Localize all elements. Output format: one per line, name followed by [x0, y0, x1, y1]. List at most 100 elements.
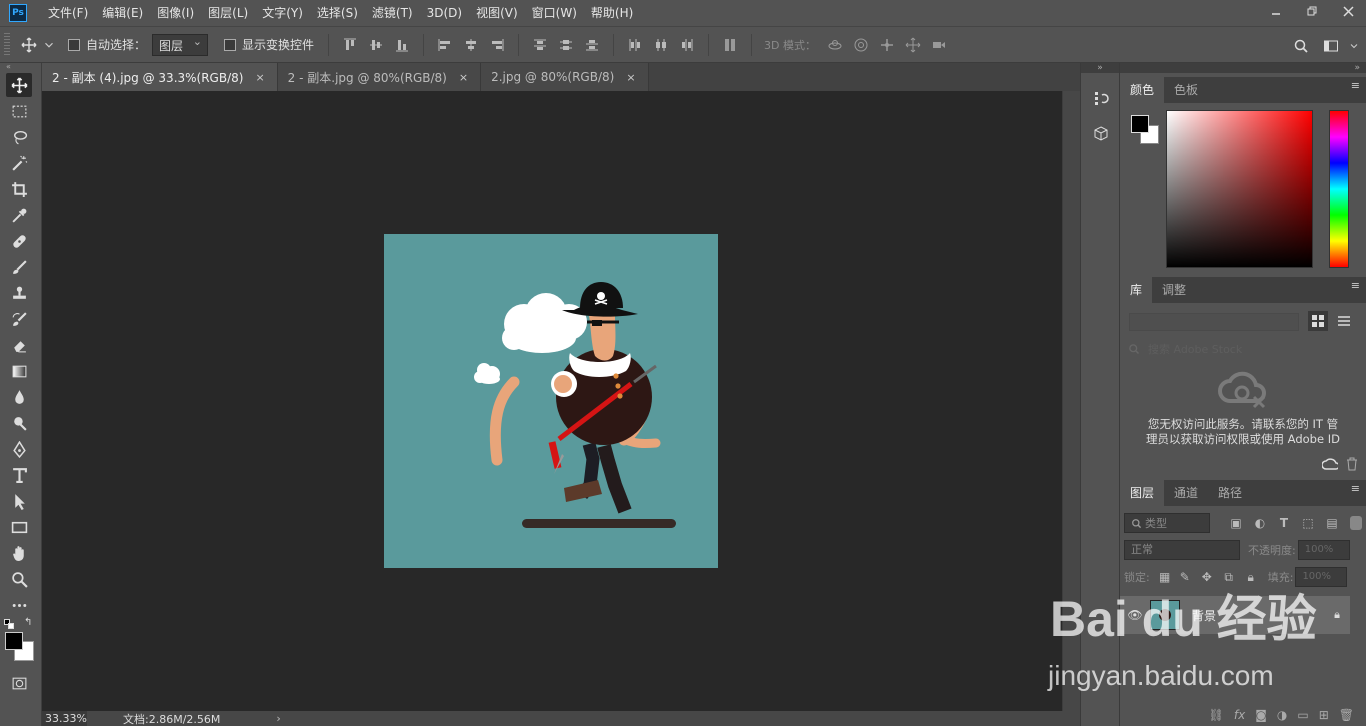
options-grip[interactable]: [4, 32, 10, 57]
menu-help[interactable]: 帮助(H): [584, 0, 640, 26]
new-group-icon[interactable]: ▭: [1297, 708, 1308, 722]
hand-tool-icon[interactable]: [6, 541, 32, 565]
align-hcenter-icon[interactable]: [458, 34, 484, 56]
blend-mode-select[interactable]: 正常: [1124, 540, 1240, 560]
swap-colors-icon[interactable]: ↰: [24, 617, 32, 628]
3d-camera-icon[interactable]: [926, 34, 952, 56]
minimize-icon[interactable]: [1258, 0, 1294, 22]
adjustment-layer-icon[interactable]: ◑: [1277, 708, 1287, 722]
pen-tool-icon[interactable]: [6, 437, 32, 461]
panel-menu-icon[interactable]: ≡: [1351, 80, 1360, 91]
lock-all-icon[interactable]: 🔒︎: [1240, 570, 1262, 585]
list-view-icon[interactable]: [1334, 311, 1354, 331]
menu-filter[interactable]: 滤镜(T): [365, 0, 420, 26]
tab-paths[interactable]: 路径: [1208, 480, 1252, 506]
brush-tool-icon[interactable]: [6, 255, 32, 279]
distribute-right-icon[interactable]: [674, 34, 700, 56]
marquee-tool-icon[interactable]: [6, 99, 32, 123]
properties-panel-icon[interactable]: [1086, 121, 1116, 147]
menu-window[interactable]: 窗口(W): [525, 0, 584, 26]
align-top-icon[interactable]: [337, 34, 363, 56]
zoom-tool-icon[interactable]: [6, 567, 32, 591]
align-bottom-icon[interactable]: [389, 34, 415, 56]
filter-smart-object-icon[interactable]: ▤: [1320, 516, 1344, 530]
close-icon[interactable]: ×: [626, 71, 635, 84]
opacity-field[interactable]: 100%: [1297, 540, 1350, 560]
auto-select-dropdown[interactable]: 图层: [152, 33, 209, 56]
close-icon[interactable]: ×: [255, 71, 264, 84]
library-dropdown[interactable]: [1129, 313, 1299, 331]
dock-collapse-icon[interactable]: »: [1120, 63, 1366, 73]
tab-channels[interactable]: 通道: [1164, 480, 1208, 506]
align-right-icon[interactable]: [484, 34, 510, 56]
strip-collapse-icon[interactable]: »: [1081, 63, 1119, 73]
tools-collapse-icon[interactable]: «: [0, 63, 41, 71]
tab-libraries[interactable]: 库: [1120, 277, 1153, 303]
add-mask-icon[interactable]: ◙: [1255, 708, 1267, 722]
hue-slider[interactable]: [1329, 110, 1349, 268]
panel-foreground-color[interactable]: [1131, 115, 1149, 133]
distribute-bottom-icon[interactable]: [579, 34, 605, 56]
eraser-tool-icon[interactable]: [6, 333, 32, 357]
default-colors-icon[interactable]: [4, 619, 14, 629]
clone-stamp-tool-icon[interactable]: [6, 281, 32, 305]
grid-view-icon[interactable]: [1308, 311, 1328, 331]
lock-pixels-icon[interactable]: ✎: [1174, 570, 1196, 584]
lock-transparent-icon[interactable]: ▦: [1156, 570, 1174, 584]
status-menu-arrow[interactable]: ›: [276, 712, 280, 725]
history-brush-tool-icon[interactable]: [6, 307, 32, 331]
3d-slide-icon[interactable]: [900, 34, 926, 56]
color-spectrum-field[interactable]: [1166, 110, 1313, 268]
crop-tool-icon[interactable]: [6, 177, 32, 201]
more-tools-icon[interactable]: [6, 593, 32, 617]
3d-orbit-icon[interactable]: [822, 34, 848, 56]
move-tool-preset-icon[interactable]: [16, 34, 42, 56]
cc-sync-icon[interactable]: [1322, 457, 1338, 471]
menu-type[interactable]: 文字(Y): [255, 0, 310, 26]
document-tab-2[interactable]: 2 - 副本.jpg @ 80%(RGB/8) ×: [277, 63, 482, 91]
new-layer-icon[interactable]: ⊞: [1319, 708, 1329, 722]
tab-layers[interactable]: 图层: [1120, 480, 1165, 506]
filter-pixel-icon[interactable]: ▣: [1224, 516, 1248, 530]
menu-file[interactable]: 文件(F): [41, 0, 95, 26]
link-layers-icon[interactable]: ⛓︎: [1209, 708, 1224, 722]
3d-roll-icon[interactable]: [848, 34, 874, 56]
distribute-hcenter-icon[interactable]: [648, 34, 674, 56]
menu-edit[interactable]: 编辑(E): [95, 0, 150, 26]
close-icon[interactable]: ×: [459, 71, 468, 84]
lasso-tool-icon[interactable]: [6, 125, 32, 149]
document-tab-1[interactable]: 2 - 副本 (4).jpg @ 33.3%(RGB/8) ×: [42, 63, 278, 91]
delete-layer-icon[interactable]: 🗑︎: [1339, 708, 1354, 722]
show-transform-checkbox[interactable]: [224, 38, 237, 51]
auto-align-icon[interactable]: [717, 34, 743, 56]
tab-color[interactable]: 颜色: [1120, 77, 1165, 103]
restore-icon[interactable]: [1294, 0, 1330, 22]
align-vcenter-icon[interactable]: [363, 34, 389, 56]
filter-adjustment-icon[interactable]: ◐: [1248, 516, 1272, 530]
workspace-icon[interactable]: [1318, 35, 1344, 57]
lock-artboard-icon[interactable]: ⧉: [1218, 570, 1240, 585]
filter-toggle-icon[interactable]: [1350, 516, 1362, 530]
tab-swatches[interactable]: 色板: [1164, 77, 1208, 103]
trash-icon[interactable]: [1346, 457, 1358, 471]
fill-field[interactable]: 100%: [1295, 567, 1348, 587]
menu-select[interactable]: 选择(S): [310, 0, 365, 26]
path-selection-tool-icon[interactable]: [6, 489, 32, 513]
distribute-top-icon[interactable]: [527, 34, 553, 56]
quick-mask-icon[interactable]: [6, 671, 32, 695]
panel-menu-icon[interactable]: ≡: [1351, 483, 1360, 494]
fx-icon[interactable]: fx: [1234, 708, 1245, 722]
auto-select-checkbox[interactable]: [68, 38, 80, 51]
stock-search[interactable]: 搜索 Adobe Stock: [1124, 339, 1362, 359]
document-canvas[interactable]: [384, 234, 718, 568]
layer-filter-kind[interactable]: 类型: [1124, 513, 1210, 533]
distribute-vcenter-icon[interactable]: [553, 34, 579, 56]
menu-layer[interactable]: 图层(L): [201, 0, 255, 26]
tab-adjustments[interactable]: 调整: [1152, 277, 1196, 303]
chevron-down-icon[interactable]: [1348, 35, 1360, 57]
menu-image[interactable]: 图像(I): [150, 0, 201, 26]
move-tool-icon[interactable]: [6, 73, 32, 97]
lock-position-icon[interactable]: ✥: [1196, 570, 1218, 584]
filter-type-icon[interactable]: T: [1272, 516, 1296, 530]
search-icon[interactable]: [1288, 35, 1314, 57]
